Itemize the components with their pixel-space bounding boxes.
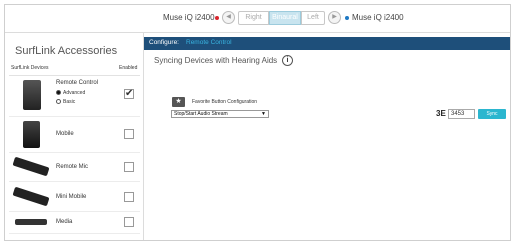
enable-checkbox-remote-mic[interactable] bbox=[124, 162, 134, 172]
accessories-sidebar: SurfLink Accessories SurfLink Devices En… bbox=[5, 33, 144, 240]
right-status-dot bbox=[345, 16, 349, 20]
device-row-mobile: Mobile bbox=[9, 117, 140, 153]
configure-header-bar: Configure: Remote Control bbox=[144, 37, 510, 50]
configure-panel: Configure: Remote Control Syncing Device… bbox=[144, 33, 510, 240]
device-label: Remote Control bbox=[56, 80, 99, 86]
segment-right[interactable]: Right bbox=[238, 11, 269, 25]
right-device-name: Muse iQ i2400 bbox=[352, 13, 404, 22]
device-row-remote-control: Remote Control Advanced Basic ✔ bbox=[9, 76, 140, 117]
header-enabled: Enabled bbox=[119, 65, 138, 71]
remote-mic-image bbox=[12, 156, 50, 177]
hearing-aid-selector-bar: Muse iQ i2400 ◀ Right Binaural Left ▶ Mu… bbox=[5, 5, 510, 33]
sidebar-table-header: SurfLink Devices Enabled bbox=[9, 65, 140, 76]
favorite-button-label: Favorite Button Configuration bbox=[192, 99, 258, 105]
sync-code-input[interactable]: 3453 bbox=[448, 109, 475, 119]
segment-binaural[interactable]: Binaural bbox=[269, 11, 301, 25]
configure-label: Configure: bbox=[149, 39, 179, 46]
app-window: Muse iQ i2400 ◀ Right Binaural Left ▶ Mu… bbox=[4, 4, 511, 241]
sync-button[interactable]: Sync bbox=[478, 109, 506, 119]
mini-mobile-image bbox=[12, 186, 50, 207]
header-devices: SurfLink Devices bbox=[11, 65, 49, 71]
left-speaker-icon[interactable]: ◀ bbox=[222, 11, 235, 24]
device-label: Remote Mic bbox=[56, 164, 89, 170]
radio-basic[interactable]: Basic bbox=[56, 99, 75, 105]
chevron-down-icon: ▼ bbox=[261, 111, 266, 117]
enable-checkbox-media[interactable] bbox=[124, 217, 134, 227]
configure-target: Remote Control bbox=[186, 39, 232, 46]
radio-basic-icon[interactable] bbox=[56, 99, 61, 104]
media-device-image bbox=[15, 219, 47, 225]
radio-advanced-icon[interactable] bbox=[56, 90, 61, 95]
device-label: Mini Mobile bbox=[56, 194, 87, 200]
sidebar-title: SurfLink Accessories bbox=[15, 45, 118, 57]
device-row-remote-mic: Remote Mic bbox=[9, 152, 140, 182]
radio-advanced[interactable]: Advanced bbox=[56, 90, 85, 96]
left-device-name: Muse iQ i2400 bbox=[163, 13, 215, 22]
device-label: Media bbox=[56, 219, 73, 225]
device-row-media: Media bbox=[9, 211, 140, 234]
sync-section-title: Syncing Devices with Hearing Aids bbox=[154, 56, 278, 65]
mobile-device-image bbox=[23, 121, 40, 148]
enable-checkbox-mini-mobile[interactable] bbox=[124, 192, 134, 202]
favorite-star-icon[interactable]: ★ bbox=[172, 97, 185, 107]
device-label: Mobile bbox=[56, 131, 74, 137]
right-speaker-icon[interactable]: ▶ bbox=[328, 11, 341, 24]
favorite-function-select[interactable]: Stop/Start Audio Stream ▼ bbox=[171, 110, 269, 118]
enable-checkbox-remote-control[interactable]: ✔ bbox=[124, 89, 134, 99]
device-row-mini-mobile: Mini Mobile bbox=[9, 182, 140, 212]
left-status-dot bbox=[215, 16, 219, 20]
enable-checkbox-mobile[interactable] bbox=[124, 129, 134, 139]
remote-control-image bbox=[23, 80, 41, 110]
info-icon[interactable]: i bbox=[282, 55, 293, 66]
segment-left[interactable]: Left bbox=[301, 11, 325, 25]
code-prefix: 3E bbox=[436, 109, 446, 118]
